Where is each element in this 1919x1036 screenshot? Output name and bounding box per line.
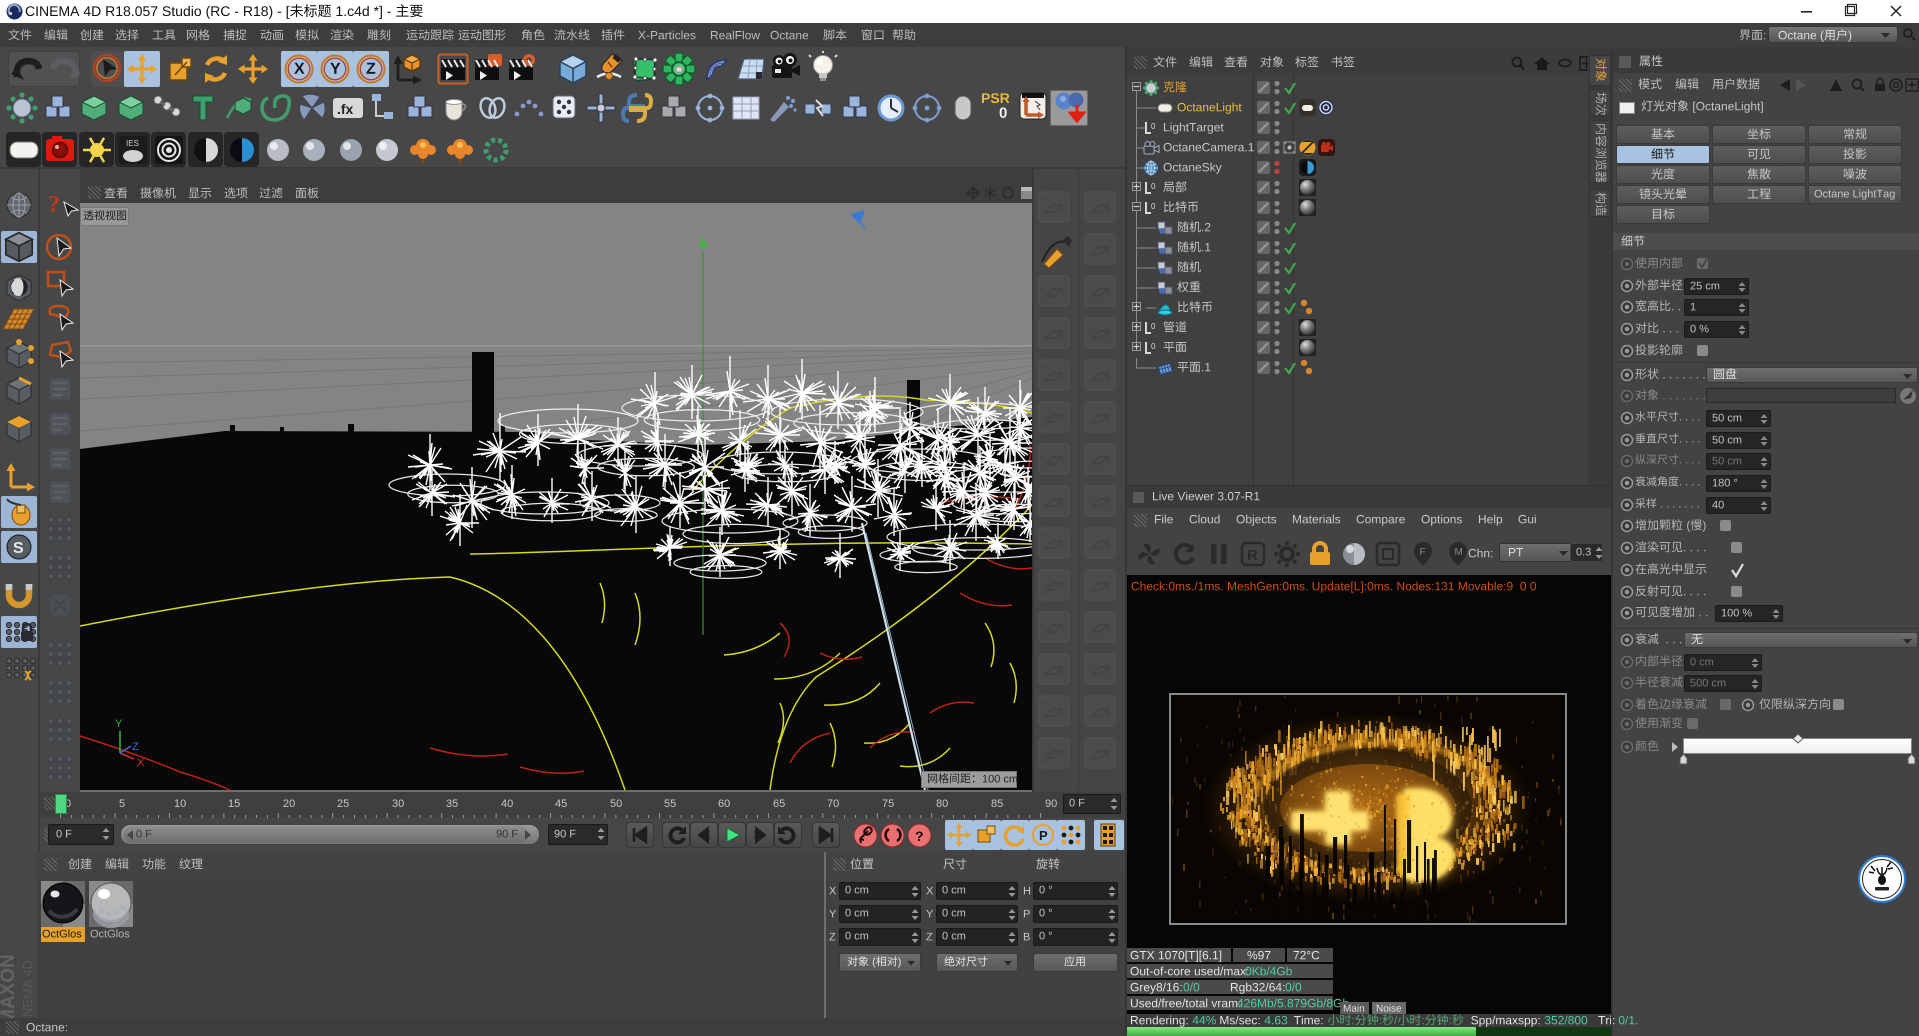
svg-text:80: 80 (936, 798, 948, 810)
svg-text:60: 60 (718, 798, 730, 810)
svg-text:5: 5 (119, 798, 125, 810)
svg-text:R: R (1247, 547, 1258, 564)
svg-text:10: 10 (174, 798, 186, 810)
svg-text:85: 85 (991, 798, 1003, 810)
svg-text:S: S (13, 540, 24, 557)
svg-text:X: X (137, 757, 145, 769)
svg-text:70: 70 (827, 798, 839, 810)
svg-text:90: 90 (1045, 798, 1057, 810)
svg-text:0: 0 (1151, 202, 1156, 211)
svg-text:?: ? (915, 828, 924, 844)
svg-text:30: 30 (392, 798, 404, 810)
svg-text:75: 75 (882, 798, 894, 810)
svg-text:15: 15 (228, 798, 240, 810)
svg-text:M: M (1455, 547, 1463, 558)
svg-text:55: 55 (664, 798, 676, 810)
svg-text:40: 40 (501, 798, 513, 810)
svg-text:35: 35 (446, 798, 458, 810)
svg-text:.fx: .fx (337, 101, 354, 117)
svg-text:Z: Z (132, 741, 139, 753)
svg-text:65: 65 (773, 798, 785, 810)
svg-text:25: 25 (337, 798, 349, 810)
svg-text:20: 20 (283, 798, 295, 810)
svg-text:?: ? (48, 192, 60, 218)
svg-text:Y: Y (115, 718, 123, 730)
svg-text:F: F (1420, 547, 1426, 558)
svg-text:0: 0 (1151, 122, 1156, 131)
svg-text:0: 0 (1151, 342, 1156, 351)
svg-text:IES: IES (126, 139, 139, 148)
svg-text:0: 0 (1151, 182, 1156, 191)
svg-text:0: 0 (1151, 322, 1156, 331)
svg-text:50: 50 (610, 798, 622, 810)
svg-text:45: 45 (555, 798, 567, 810)
svg-text:P: P (1039, 828, 1048, 843)
